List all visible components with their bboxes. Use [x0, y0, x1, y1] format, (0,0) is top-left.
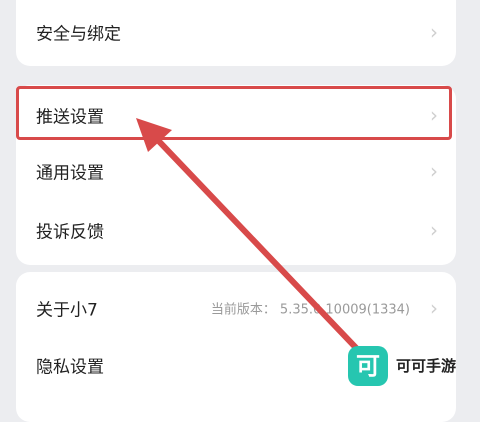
chevron-right-icon: › [430, 103, 438, 127]
chevron-right-icon: › [430, 159, 438, 183]
watermark: 可 可可手游 [348, 346, 480, 390]
settings-item-label: 通用设置 [36, 163, 104, 184]
settings-item-label: 关于小7 [36, 300, 98, 321]
settings-item-general-settings[interactable]: 通用设置 › [16, 141, 456, 201]
settings-group-main: 推送设置 › 通用设置 › 投诉反馈 › [16, 85, 456, 265]
settings-item-label: 推送设置 [36, 107, 104, 128]
chevron-right-icon: › [430, 20, 438, 44]
watermark-logo-icon: 可 [348, 346, 388, 386]
version-info: 当前版本： 5.35.0.10009(1334) [211, 299, 410, 318]
chevron-right-icon: › [430, 218, 438, 242]
version-value: 5.35.0.10009(1334) [279, 302, 410, 318]
settings-item-label: 投诉反馈 [36, 222, 104, 243]
settings-item-push-settings[interactable]: 推送设置 › [16, 85, 456, 145]
settings-group-security: 安全与绑定 › [16, 0, 456, 66]
chevron-right-icon: › [430, 296, 438, 320]
version-label: 当前版本： [210, 302, 276, 318]
watermark-text: 可可手游 [396, 357, 457, 375]
settings-item-security-binding[interactable]: 安全与绑定 › [16, 2, 456, 62]
settings-item-feedback[interactable]: 投诉反馈 › [16, 200, 456, 260]
settings-item-label: 隐私设置 [36, 357, 104, 378]
settings-item-label: 安全与绑定 [36, 24, 121, 45]
settings-item-about[interactable]: 关于小7 当前版本： 5.35.0.10009(1334) › [16, 278, 456, 338]
